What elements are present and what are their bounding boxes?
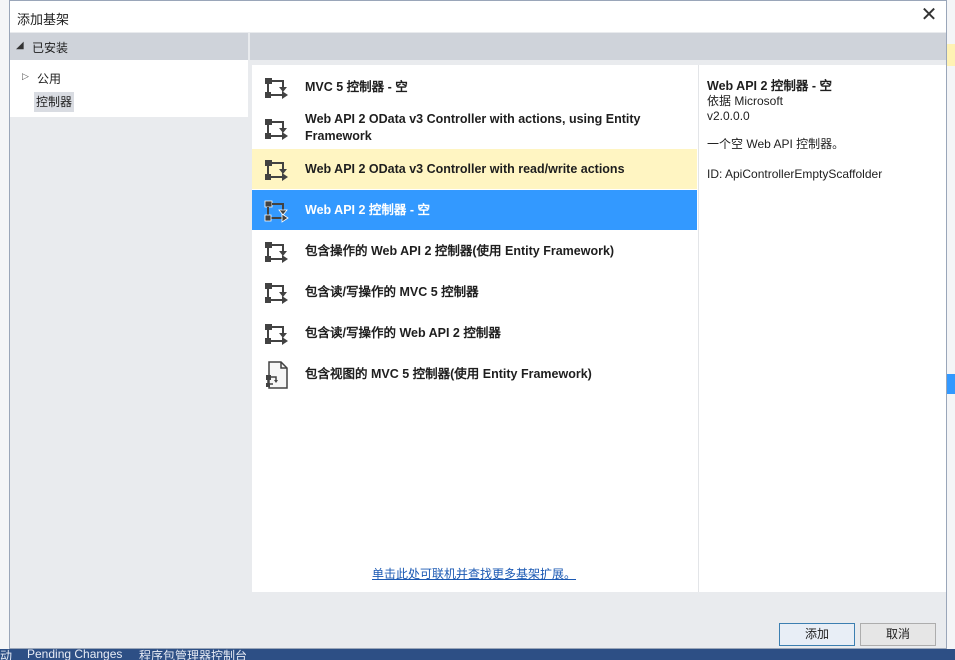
ide-highlight-blue bbox=[947, 374, 955, 394]
controller-icon bbox=[264, 200, 289, 223]
template-label: Web API 2 OData v3 Controller with read/… bbox=[305, 162, 625, 176]
tree-header-label: 已安装 bbox=[32, 41, 69, 55]
status-item[interactable]: 动 bbox=[0, 649, 12, 660]
details-id: ID: ApiControllerEmptyScaffolder bbox=[707, 167, 883, 181]
controller-icon bbox=[265, 119, 288, 140]
dialog-titlebar: 添加基架 ✕ bbox=[10, 1, 946, 32]
controller-icon bbox=[265, 78, 288, 99]
ide-status-bar: 动 Pending Changes 程序包管理器控制台 bbox=[0, 649, 955, 660]
cancel-button[interactable]: 取消 bbox=[860, 623, 936, 646]
template-item-odata-ef[interactable]: Web API 2 OData v3 Controller with actio… bbox=[252, 108, 697, 148]
add-scaffold-dialog: 添加基架 ✕ ◢ 已安装 ▷ 公用 控制器 MVC 5 控制器 - 空 Web … bbox=[9, 0, 947, 649]
template-label: Web API 2 OData v3 Controller with actio… bbox=[305, 112, 641, 143]
template-label: 包含读/写操作的 MVC 5 控制器 bbox=[305, 285, 479, 299]
list-header-strip bbox=[250, 33, 946, 60]
online-extensions-link[interactable]: 单击此处可联机并查找更多基架扩展。 bbox=[372, 565, 576, 582]
ide-background-right bbox=[947, 0, 955, 660]
close-icon[interactable]: ✕ bbox=[919, 5, 939, 26]
template-item-webapi2-empty[interactable]: Web API 2 控制器 - 空 bbox=[252, 190, 697, 230]
details-panel: Web API 2 控制器 - 空 依据 Microsoft v2.0.0.0 … bbox=[698, 65, 946, 592]
tree-header-installed[interactable]: ◢ 已安装 bbox=[10, 33, 248, 60]
category-tree: ◢ 已安装 ▷ 公用 控制器 bbox=[10, 33, 248, 117]
template-label: 包含视图的 MVC 5 控制器(使用 Entity Framework) bbox=[305, 367, 592, 381]
view-document-icon bbox=[266, 361, 288, 389]
template-label: 包含操作的 Web API 2 控制器(使用 Entity Framework) bbox=[305, 244, 615, 258]
expanded-arrow-icon[interactable]: ◢ bbox=[16, 40, 24, 51]
collapsed-arrow-icon[interactable]: ▷ bbox=[22, 71, 29, 82]
details-description: 一个空 Web API 控制器。 bbox=[707, 137, 845, 151]
details-version: v2.0.0.0 bbox=[707, 109, 750, 123]
template-item-mvc5-views-ef[interactable]: 包含视图的 MVC 5 控制器(使用 Entity Framework) bbox=[252, 354, 697, 394]
package-manager-console-tab[interactable]: 程序包管理器控制台 bbox=[139, 649, 247, 660]
add-button[interactable]: 添加 bbox=[779, 623, 855, 646]
tree-item-label: 公用 bbox=[37, 72, 62, 86]
template-item-odata-readwrite[interactable]: Web API 2 OData v3 Controller with read/… bbox=[252, 149, 697, 189]
controller-icon bbox=[265, 242, 288, 263]
ide-highlight-yellow bbox=[947, 44, 955, 66]
controller-icon bbox=[265, 324, 288, 345]
template-label: 包含读/写操作的 Web API 2 控制器 bbox=[305, 326, 501, 340]
details-author: 依据 Microsoft bbox=[707, 94, 784, 108]
template-label: Web API 2 控制器 - 空 bbox=[305, 203, 431, 217]
tree-item-controller[interactable]: 控制器 bbox=[34, 92, 75, 112]
ide-background-left bbox=[0, 0, 9, 660]
controller-icon bbox=[265, 160, 288, 181]
template-item-webapi2-readwrite[interactable]: 包含读/写操作的 Web API 2 控制器 bbox=[252, 313, 697, 353]
template-item-mvc5-readwrite[interactable]: 包含读/写操作的 MVC 5 控制器 bbox=[252, 272, 697, 312]
template-label: MVC 5 控制器 - 空 bbox=[305, 80, 408, 94]
template-item-webapi2-ef[interactable]: 包含操作的 Web API 2 控制器(使用 Entity Framework) bbox=[252, 231, 697, 271]
dialog-footer: 添加 取消 bbox=[10, 594, 946, 648]
template-list: MVC 5 控制器 - 空 Web API 2 OData v3 Control… bbox=[252, 65, 698, 592]
controller-icon bbox=[265, 283, 288, 304]
pending-changes-tab[interactable]: Pending Changes bbox=[27, 649, 122, 660]
dialog-title: 添加基架 bbox=[17, 12, 70, 27]
template-item-mvc5-empty[interactable]: MVC 5 控制器 - 空 bbox=[252, 67, 697, 107]
